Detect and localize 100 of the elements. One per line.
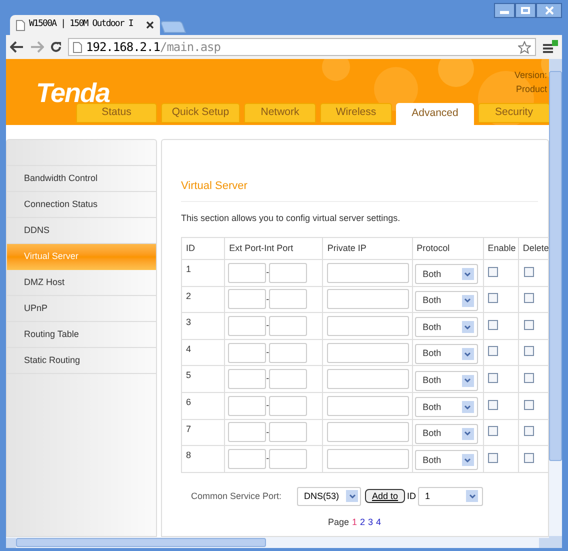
product-label: Product (516, 83, 547, 96)
caret-icon (464, 298, 472, 304)
int-port-field[interactable] (269, 342, 308, 363)
maximize-button[interactable] (515, 3, 536, 18)
common-service-label: Common Service Port: (191, 490, 283, 502)
row-id: 3 (186, 317, 192, 328)
address-bar[interactable]: 192.168.2.1/main.asp (68, 38, 536, 56)
checkbox[interactable] (524, 266, 534, 277)
browser-tab[interactable]: W1500A | 150M Outdoor I (10, 15, 160, 35)
checkbox[interactable] (524, 320, 534, 330)
int-port-field[interactable] (269, 396, 308, 416)
ext-port-field[interactable] (228, 262, 266, 283)
tab-title: W1500A | 150M Outdoor I (29, 18, 134, 32)
int-port-field[interactable] (269, 289, 308, 310)
close-icon (544, 6, 554, 15)
checkbox[interactable] (524, 452, 534, 463)
checkbox[interactable] (524, 400, 534, 410)
private-ip-field[interactable] (327, 396, 410, 416)
protocol-dropdown[interactable]: Both (414, 317, 478, 338)
ext-port-field[interactable] (228, 396, 266, 416)
ext-port-field[interactable] (228, 369, 266, 390)
sidebar-item[interactable]: Connection Status (7, 192, 156, 218)
menu-icon[interactable] (542, 40, 558, 54)
section-description: This section allows you to config virtual server settings. (181, 212, 402, 225)
checkbox[interactable] (488, 293, 498, 304)
row-id: 6 (186, 396, 192, 407)
protocol-dropdown[interactable]: Both (414, 264, 478, 284)
int-port-field[interactable] (269, 262, 308, 283)
checkbox[interactable] (524, 372, 534, 383)
private-ip-field[interactable] (327, 448, 410, 469)
close-button[interactable] (536, 3, 562, 18)
caret-icon (468, 494, 476, 499)
sidebar-item[interactable]: UPnP (7, 296, 156, 322)
ext-port-field[interactable] (228, 289, 266, 310)
page-label: Page (328, 516, 349, 529)
protocol-dropdown[interactable]: Both (414, 424, 478, 444)
int-port-field[interactable] (269, 422, 308, 442)
version-label: Version: (514, 69, 547, 82)
checkbox[interactable] (524, 346, 534, 356)
checkbox[interactable] (488, 400, 498, 410)
private-ip-field[interactable] (327, 289, 410, 310)
forward-icon[interactable] (30, 41, 44, 53)
int-port-field[interactable] (269, 369, 308, 390)
nav-tab[interactable]: Quick Setup (161, 103, 240, 123)
protocol-dropdown[interactable]: Both (414, 450, 478, 470)
checkbox[interactable] (488, 426, 498, 436)
private-ip-field[interactable] (327, 342, 410, 363)
checkbox[interactable] (488, 320, 498, 330)
page-link[interactable]: 2 (360, 516, 366, 530)
caret-icon (464, 324, 472, 330)
int-port-field[interactable] (269, 448, 308, 469)
nav-tab[interactable]: Wireless (320, 103, 392, 123)
private-ip-field[interactable] (327, 369, 410, 390)
protocol-dropdown[interactable]: Both (414, 397, 478, 418)
ext-port-field[interactable] (228, 316, 266, 336)
section-title: Virtual Server (181, 178, 538, 202)
service-dropdown[interactable]: DNS(53) (297, 486, 361, 506)
protocol-dropdown[interactable]: Both (414, 344, 478, 364)
horizontal-scrollbar[interactable] (6, 537, 549, 548)
checkbox[interactable] (524, 426, 534, 436)
sidebar-item[interactable]: Bandwidth Control (7, 166, 156, 192)
minimize-button[interactable] (494, 3, 515, 18)
int-port-field[interactable] (269, 316, 308, 336)
private-ip-field[interactable] (327, 316, 410, 336)
back-icon[interactable] (10, 41, 24, 53)
checkbox[interactable] (488, 452, 498, 463)
nav-tab[interactable]: Advanced (396, 103, 474, 125)
column-header: Protocol (412, 238, 484, 260)
ext-port-field[interactable] (228, 422, 266, 442)
ext-port-field[interactable] (228, 448, 266, 469)
sidebar-item[interactable]: Routing Table (7, 322, 156, 348)
sidebar-item[interactable]: DMZ Host (7, 270, 156, 296)
nav-tab[interactable]: Network (244, 103, 316, 123)
page-link[interactable]: 1 (352, 516, 357, 530)
new-tab-button[interactable] (160, 21, 186, 33)
row-id: 8 (186, 450, 192, 460)
close-icon[interactable] (146, 21, 154, 29)
checkbox[interactable] (488, 266, 498, 277)
checkbox[interactable] (488, 372, 498, 383)
vertical-scrollbar[interactable] (549, 59, 562, 548)
id-dropdown[interactable]: 1 (418, 486, 484, 506)
port-separator: - (266, 319, 270, 332)
protocol-dropdown[interactable]: Both (414, 370, 478, 391)
checkbox[interactable] (488, 346, 498, 356)
add-to-button[interactable]: Add to (365, 489, 406, 504)
protocol-dropdown[interactable]: Both (414, 290, 478, 311)
port-separator: - (266, 452, 270, 466)
ext-port-field[interactable] (228, 342, 266, 363)
page-link[interactable]: 3 (368, 516, 374, 530)
sidebar-item[interactable]: Static Routing (7, 348, 156, 374)
page-link[interactable]: 4 (376, 516, 382, 530)
star-icon[interactable] (518, 40, 531, 54)
port-separator: - (266, 346, 270, 359)
column-header: Ext Port-Int Port (224, 238, 323, 260)
private-ip-field[interactable] (327, 422, 410, 442)
nav-tab[interactable]: Security (478, 103, 549, 123)
checkbox[interactable] (524, 293, 534, 304)
nav-tab[interactable]: Status (76, 103, 157, 123)
reload-icon[interactable] (50, 41, 62, 53)
private-ip-field[interactable] (327, 262, 410, 283)
